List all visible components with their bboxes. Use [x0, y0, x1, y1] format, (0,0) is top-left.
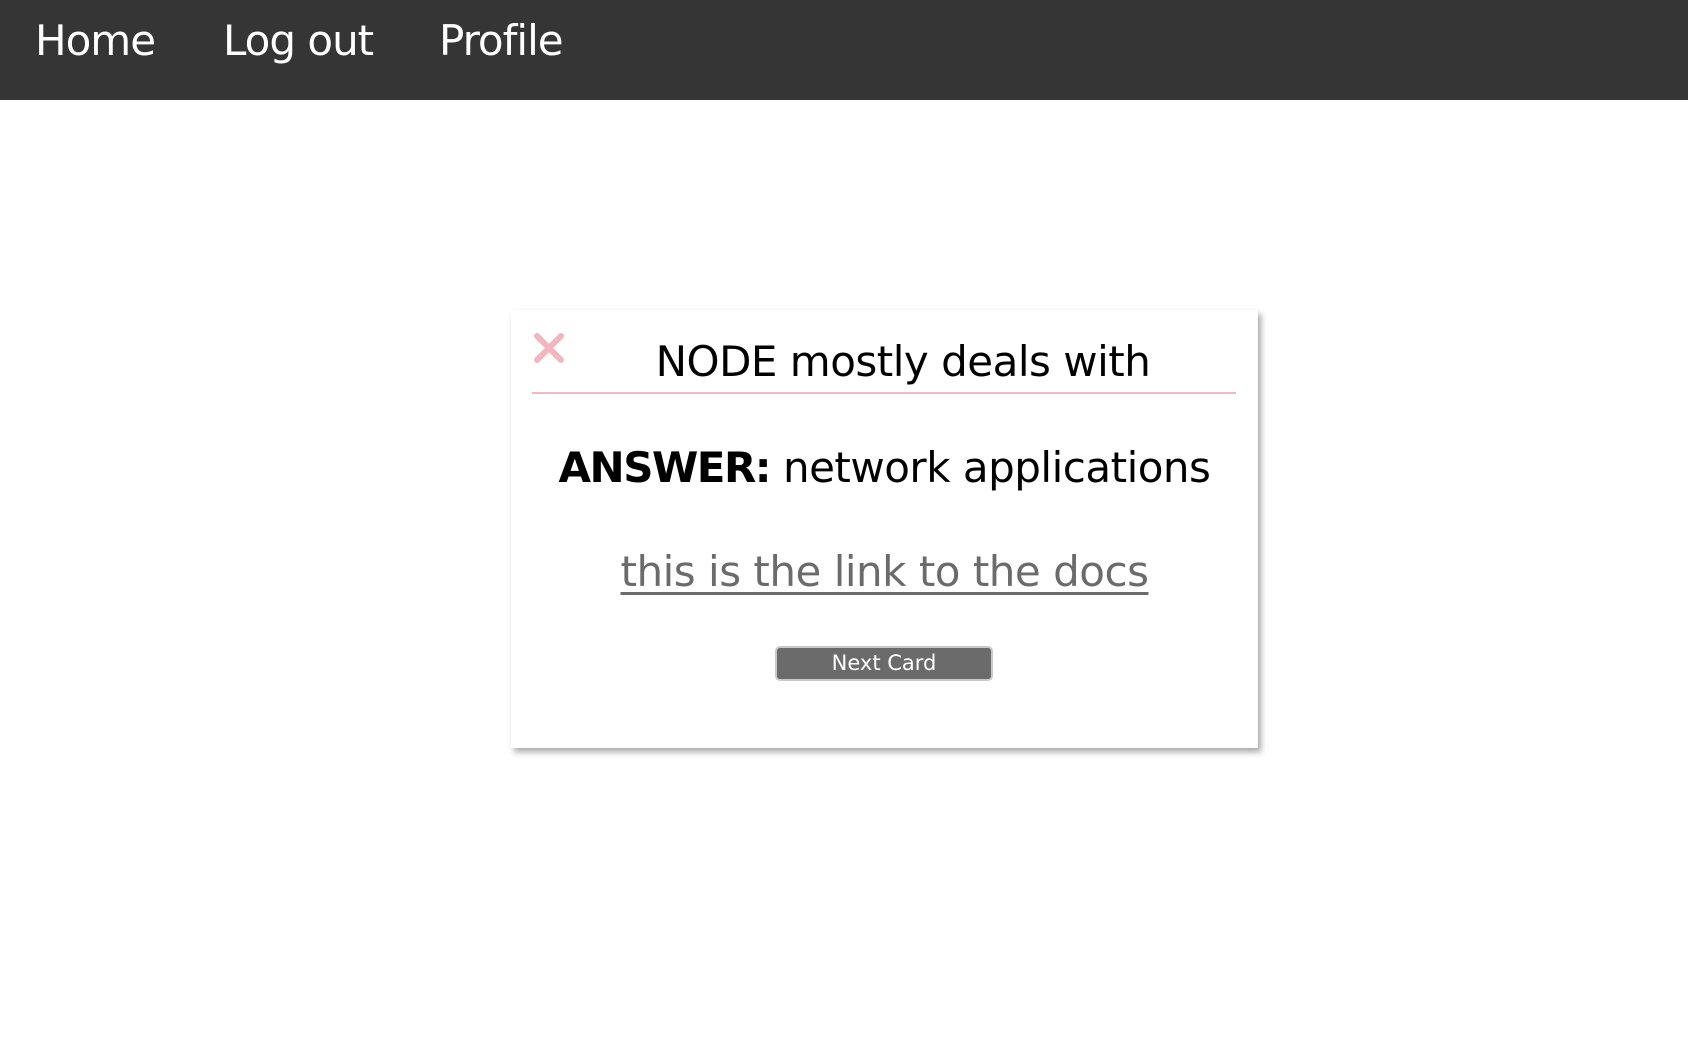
- nav-profile-link[interactable]: Profile: [439, 14, 564, 68]
- docs-link[interactable]: this is the link to the docs: [621, 547, 1149, 596]
- answer-value: network applications: [770, 443, 1211, 492]
- next-card-button[interactable]: Next Card: [775, 646, 993, 681]
- card-question: NODE mostly deals with: [655, 337, 1151, 386]
- answer-label: ANSWER:: [558, 443, 772, 492]
- top-navigation-bar: Home Log out Profile: [0, 0, 1688, 100]
- title-divider: [532, 392, 1236, 394]
- flashcard: NODE mostly deals with ANSWER: network a…: [511, 310, 1258, 748]
- card-answer: ANSWER: network applications: [511, 440, 1258, 496]
- nav-home-link[interactable]: Home: [35, 14, 156, 68]
- docs-link-row: this is the link to the docs: [511, 544, 1258, 600]
- nav-logout-link[interactable]: Log out: [223, 14, 374, 68]
